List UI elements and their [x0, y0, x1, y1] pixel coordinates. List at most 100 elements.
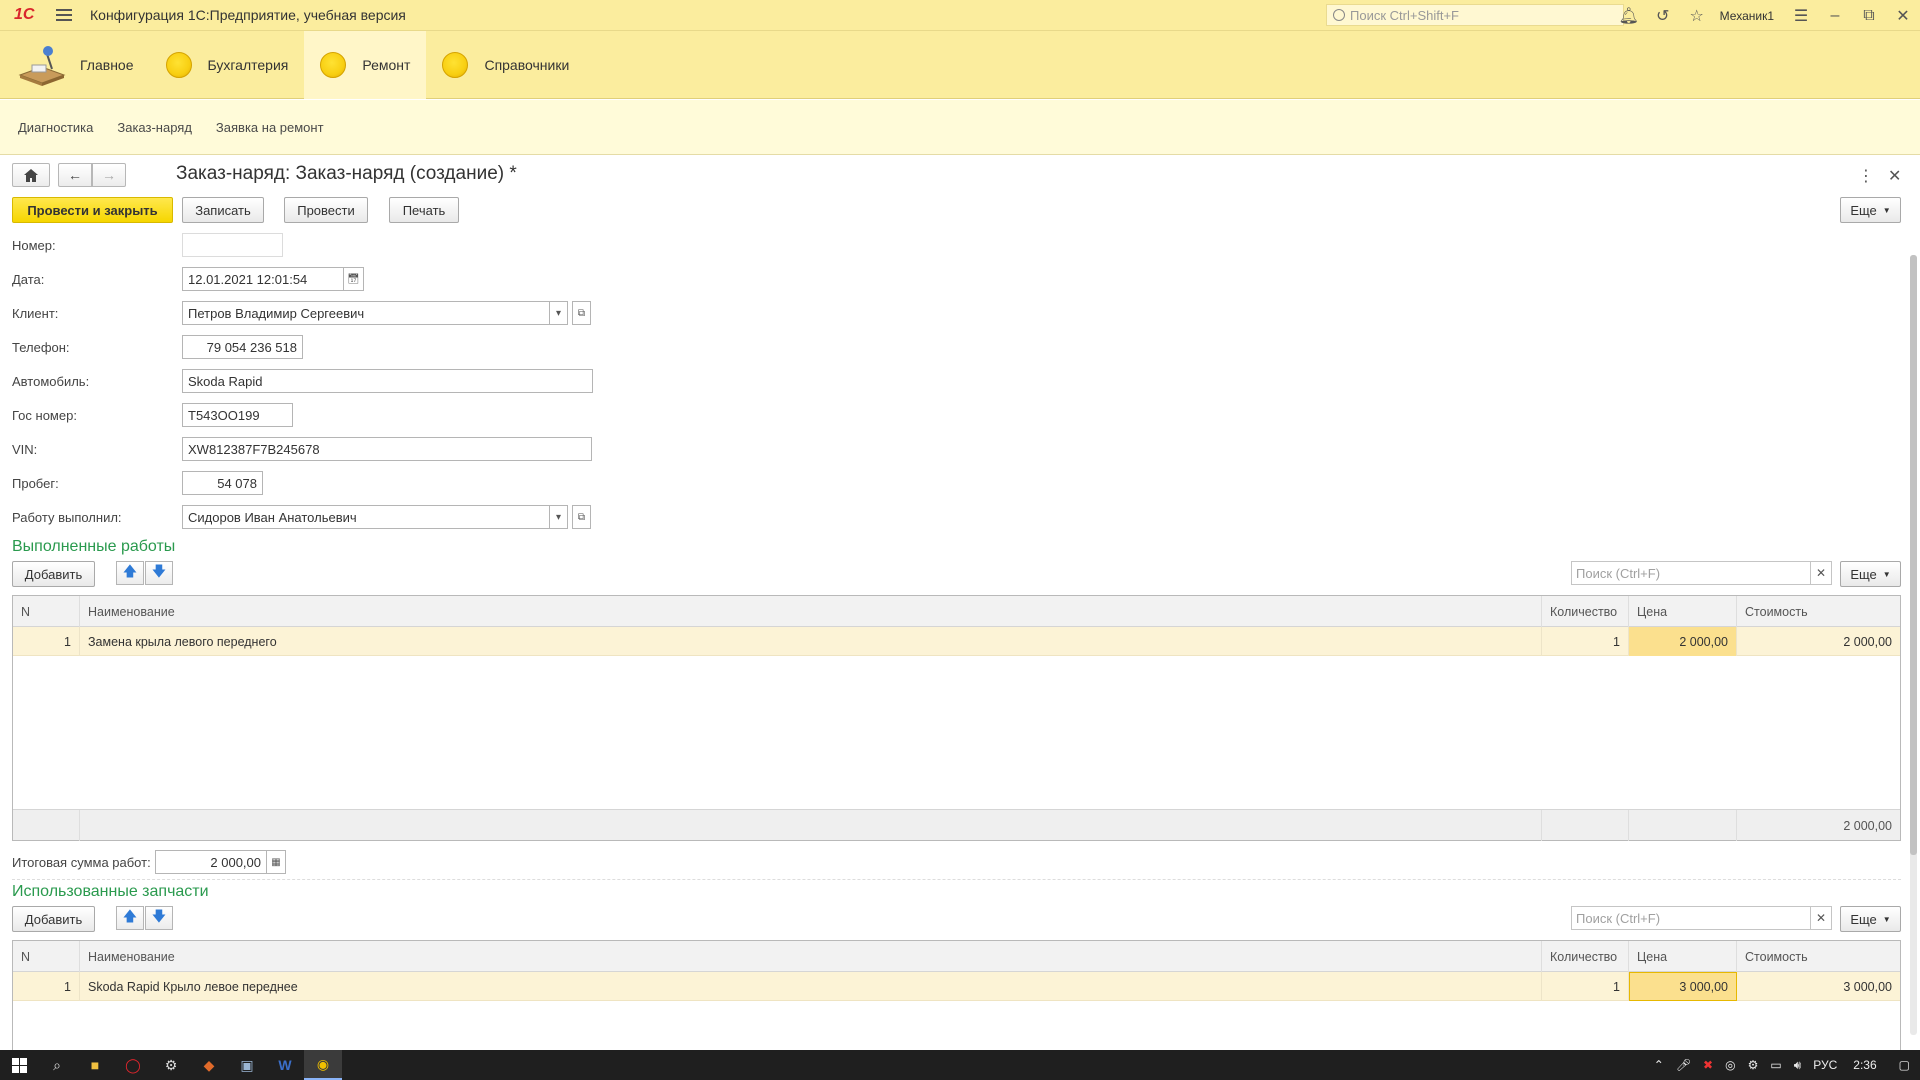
arrow-up-icon: 🡅: [122, 563, 138, 579]
word-icon[interactable]: W: [266, 1050, 304, 1080]
worker-field[interactable]: Сидоров Иван Анатольевич: [182, 505, 550, 529]
number-field[interactable]: [182, 233, 283, 257]
user-name[interactable]: Механик1: [1720, 9, 1774, 23]
main-menu-icon[interactable]: [56, 9, 72, 21]
plate-field[interactable]: Т543ОО199: [182, 403, 293, 427]
cell-price[interactable]: 2 000,00: [1629, 627, 1737, 656]
close-form-icon[interactable]: ✕: [1888, 166, 1901, 186]
file-explorer-icon[interactable]: ■: [76, 1050, 114, 1080]
col-qty-header[interactable]: Количество: [1542, 596, 1629, 627]
cell-qty[interactable]: 1: [1542, 972, 1629, 1001]
parts-add-button[interactable]: Добавить: [12, 906, 95, 932]
app-icon[interactable]: ◆: [190, 1050, 228, 1080]
settings-menu-icon[interactable]: ☰: [1784, 0, 1818, 31]
cell-name[interactable]: Skoda Rapid Крыло левое переднее: [80, 972, 1542, 1001]
post-and-close-button[interactable]: Провести и закрыть: [12, 197, 173, 223]
clock[interactable]: 2:36: [1853, 1058, 1876, 1072]
clear-search-icon[interactable]: ✕: [1810, 906, 1832, 930]
save-button[interactable]: Записать: [182, 197, 264, 223]
history-icon[interactable]: ↺: [1646, 0, 1680, 31]
back-button[interactable]: ←: [58, 163, 92, 187]
submenu-repair-request[interactable]: Заявка на ремонт: [216, 120, 324, 135]
phone-field[interactable]: 79 054 236 518: [182, 335, 303, 359]
global-search-input[interactable]: Поиск Ctrl+Shift+F: [1326, 4, 1624, 26]
works-total-field[interactable]: 2 000,00: [155, 850, 267, 874]
parts-search-input[interactable]: Поиск (Ctrl+F): [1571, 906, 1811, 930]
microphone-icon[interactable]: 🎤︎: [1676, 1058, 1691, 1072]
calendar-icon[interactable]: 📅︎: [343, 267, 364, 291]
cell-name[interactable]: Замена крыла левого переднего: [80, 627, 1542, 656]
dropdown-icon[interactable]: ▾: [549, 505, 568, 529]
car-field[interactable]: Skoda Rapid: [182, 369, 593, 393]
move-up-button[interactable]: 🡅: [116, 906, 144, 930]
form-scrollbar[interactable]: [1910, 255, 1917, 1035]
chevron-up-icon[interactable]: ⌃: [1654, 1058, 1664, 1072]
cell-n[interactable]: 1: [13, 972, 80, 1001]
col-cost-header[interactable]: Стоимость: [1737, 596, 1900, 627]
client-field[interactable]: Петров Владимир Сергеевич: [182, 301, 550, 325]
steam-icon[interactable]: ⚙: [152, 1050, 190, 1080]
move-down-button[interactable]: 🡇: [145, 561, 173, 585]
scrollbar-thumb[interactable]: [1910, 255, 1917, 855]
works-more-button[interactable]: Еще ▼: [1840, 561, 1901, 587]
works-search-input[interactable]: Поиск (Ctrl+F): [1571, 561, 1811, 585]
search-icon[interactable]: ⌕: [38, 1050, 76, 1080]
table-row[interactable]: 1 Skoda Rapid Крыло левое переднее 1 3 0…: [13, 972, 1900, 1001]
table-row[interactable]: 1 Замена крыла левого переднего 1 2 000,…: [13, 627, 1900, 656]
notifications-icon[interactable]: ▢: [1899, 1058, 1910, 1072]
col-n-header[interactable]: N: [13, 596, 80, 627]
col-price-header[interactable]: Цена: [1629, 596, 1737, 627]
more-vertical-icon[interactable]: ⋮: [1858, 166, 1874, 186]
volume-icon[interactable]: 🔊︎: [1794, 1058, 1802, 1073]
open-link-icon[interactable]: ⧉: [572, 505, 591, 529]
cell-price[interactable]: 3 000,00: [1629, 972, 1737, 1001]
section-accounting[interactable]: Бухгалтерия: [150, 31, 305, 99]
vin-field[interactable]: XW812387F7B245678: [182, 437, 592, 461]
move-down-button[interactable]: 🡇: [145, 906, 173, 930]
cell-cost[interactable]: 3 000,00: [1737, 972, 1900, 1001]
post-button[interactable]: Провести: [284, 197, 368, 223]
network-app-icon[interactable]: ✖: [1703, 1058, 1713, 1072]
cell-qty[interactable]: 1: [1542, 627, 1629, 656]
col-price-header[interactable]: Цена: [1629, 941, 1737, 972]
close-window-icon[interactable]: ✕: [1886, 0, 1920, 31]
open-link-icon[interactable]: ⧉: [572, 301, 591, 325]
mileage-field[interactable]: 54 078: [182, 471, 263, 495]
section-repair[interactable]: Ремонт: [304, 31, 427, 99]
cell-cost[interactable]: 2 000,00: [1737, 627, 1900, 656]
submenu-work-order[interactable]: Заказ-наряд: [117, 120, 192, 135]
section-main[interactable]: Главное: [0, 31, 150, 99]
col-qty-header[interactable]: Количество: [1542, 941, 1629, 972]
form-more-button[interactable]: Еще ▼: [1840, 197, 1901, 223]
cell-n[interactable]: 1: [13, 627, 80, 656]
discord-icon[interactable]: ◎: [1725, 1058, 1735, 1072]
clear-search-icon[interactable]: ✕: [1810, 561, 1832, 585]
date-field[interactable]: 12.01.2021 12:01:54: [182, 267, 344, 291]
minimize-icon[interactable]: –: [1818, 0, 1852, 31]
dropdown-icon[interactable]: ▾: [549, 301, 568, 325]
steam-tray-icon[interactable]: ⚙: [1748, 1058, 1759, 1072]
network-icon[interactable]: ▭: [1770, 1058, 1781, 1072]
works-add-button[interactable]: Добавить: [12, 561, 95, 587]
col-n-header[interactable]: N: [13, 941, 80, 972]
print-button[interactable]: Печать: [389, 197, 459, 223]
move-up-button[interactable]: 🡅: [116, 561, 144, 585]
parts-more-button[interactable]: Еще ▼: [1840, 906, 1901, 932]
calculator-icon[interactable]: ▦: [266, 850, 286, 874]
star-icon[interactable]: ☆: [1680, 0, 1714, 31]
app-icon[interactable]: ▣: [228, 1050, 266, 1080]
bell-icon[interactable]: 🔔︎: [1612, 0, 1646, 31]
table-header: N Наименование Количество Цена Стоимость: [13, 941, 1900, 972]
language-indicator[interactable]: РУС: [1813, 1058, 1837, 1072]
submenu-diagnostics[interactable]: Диагностика: [18, 120, 93, 135]
windows-start-icon[interactable]: [0, 1050, 38, 1080]
col-cost-header[interactable]: Стоимость: [1737, 941, 1900, 972]
forward-button[interactable]: →: [92, 163, 126, 187]
home-button[interactable]: [12, 163, 50, 187]
col-name-header[interactable]: Наименование: [80, 596, 1542, 627]
opera-icon[interactable]: ◯: [114, 1050, 152, 1080]
restore-icon[interactable]: ⧉: [1852, 0, 1886, 31]
col-name-header[interactable]: Наименование: [80, 941, 1542, 972]
section-directories[interactable]: Справочники: [426, 31, 585, 99]
1c-app-icon[interactable]: ◉: [304, 1050, 342, 1080]
